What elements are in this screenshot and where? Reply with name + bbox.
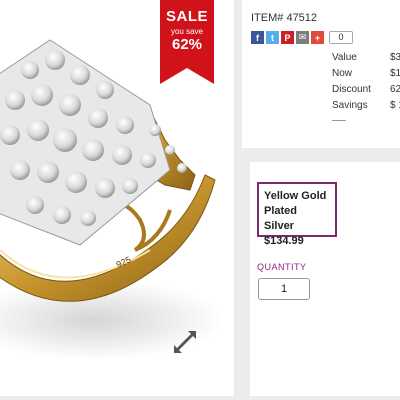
item-info-card: ITEM# 47512 f t P ✉ + 0 Value $3 Now $1 …	[242, 0, 400, 148]
price-table: Value $3 Now $1 Discount 62 Savings $ 1	[332, 52, 400, 116]
price-label: Discount	[332, 84, 371, 95]
price-value: $3	[390, 52, 400, 63]
expand-arrows-icon[interactable]	[170, 327, 200, 357]
facebook-icon[interactable]: f	[251, 31, 264, 44]
price-label: Now	[332, 68, 353, 79]
price-value: $ 1	[390, 100, 400, 111]
twitter-icon[interactable]: t	[266, 31, 279, 44]
price-value: $1	[390, 68, 400, 79]
sale-badge: SALE you save 62%	[160, 0, 214, 84]
email-icon[interactable]: ✉	[296, 31, 309, 44]
price-label: Value	[332, 52, 357, 63]
share-count: 0	[329, 31, 353, 44]
pinterest-icon[interactable]: P	[281, 31, 294, 44]
variant-material: Plated Silver	[264, 205, 298, 232]
variant-price: $134.99	[264, 235, 304, 247]
price-row-savings: Savings $ 1	[332, 100, 400, 116]
price-label: Savings	[332, 100, 368, 111]
sale-badge-title: SALE	[165, 8, 208, 25]
variant-option-yellow-gold[interactable]: Yellow Gold Plated Silver $134.99	[257, 182, 337, 247]
price-row-now: Now $1	[332, 68, 400, 84]
item-number: ITEM# 47512	[251, 12, 318, 24]
quantity-label: QUANTITY	[257, 262, 307, 272]
price-row-value: Value $3	[332, 52, 400, 68]
price-value: 62	[390, 84, 400, 95]
price-row-discount: Discount 62	[332, 84, 400, 100]
google-plus-icon[interactable]: +	[311, 31, 324, 44]
sale-badge-percent: 62%	[171, 36, 203, 53]
product-image-panel[interactable]: 925 SALE you save 62%	[0, 0, 234, 396]
divider	[332, 120, 346, 121]
purchase-options-card: Yellow Gold Plated Silver $134.99 QUANTI…	[250, 162, 400, 396]
quantity-input[interactable]	[258, 278, 310, 300]
sale-badge-subtitle: you save	[170, 27, 204, 36]
variant-metal: Yellow Gold	[264, 190, 327, 202]
share-bar: f t P ✉ + 0	[251, 31, 353, 45]
